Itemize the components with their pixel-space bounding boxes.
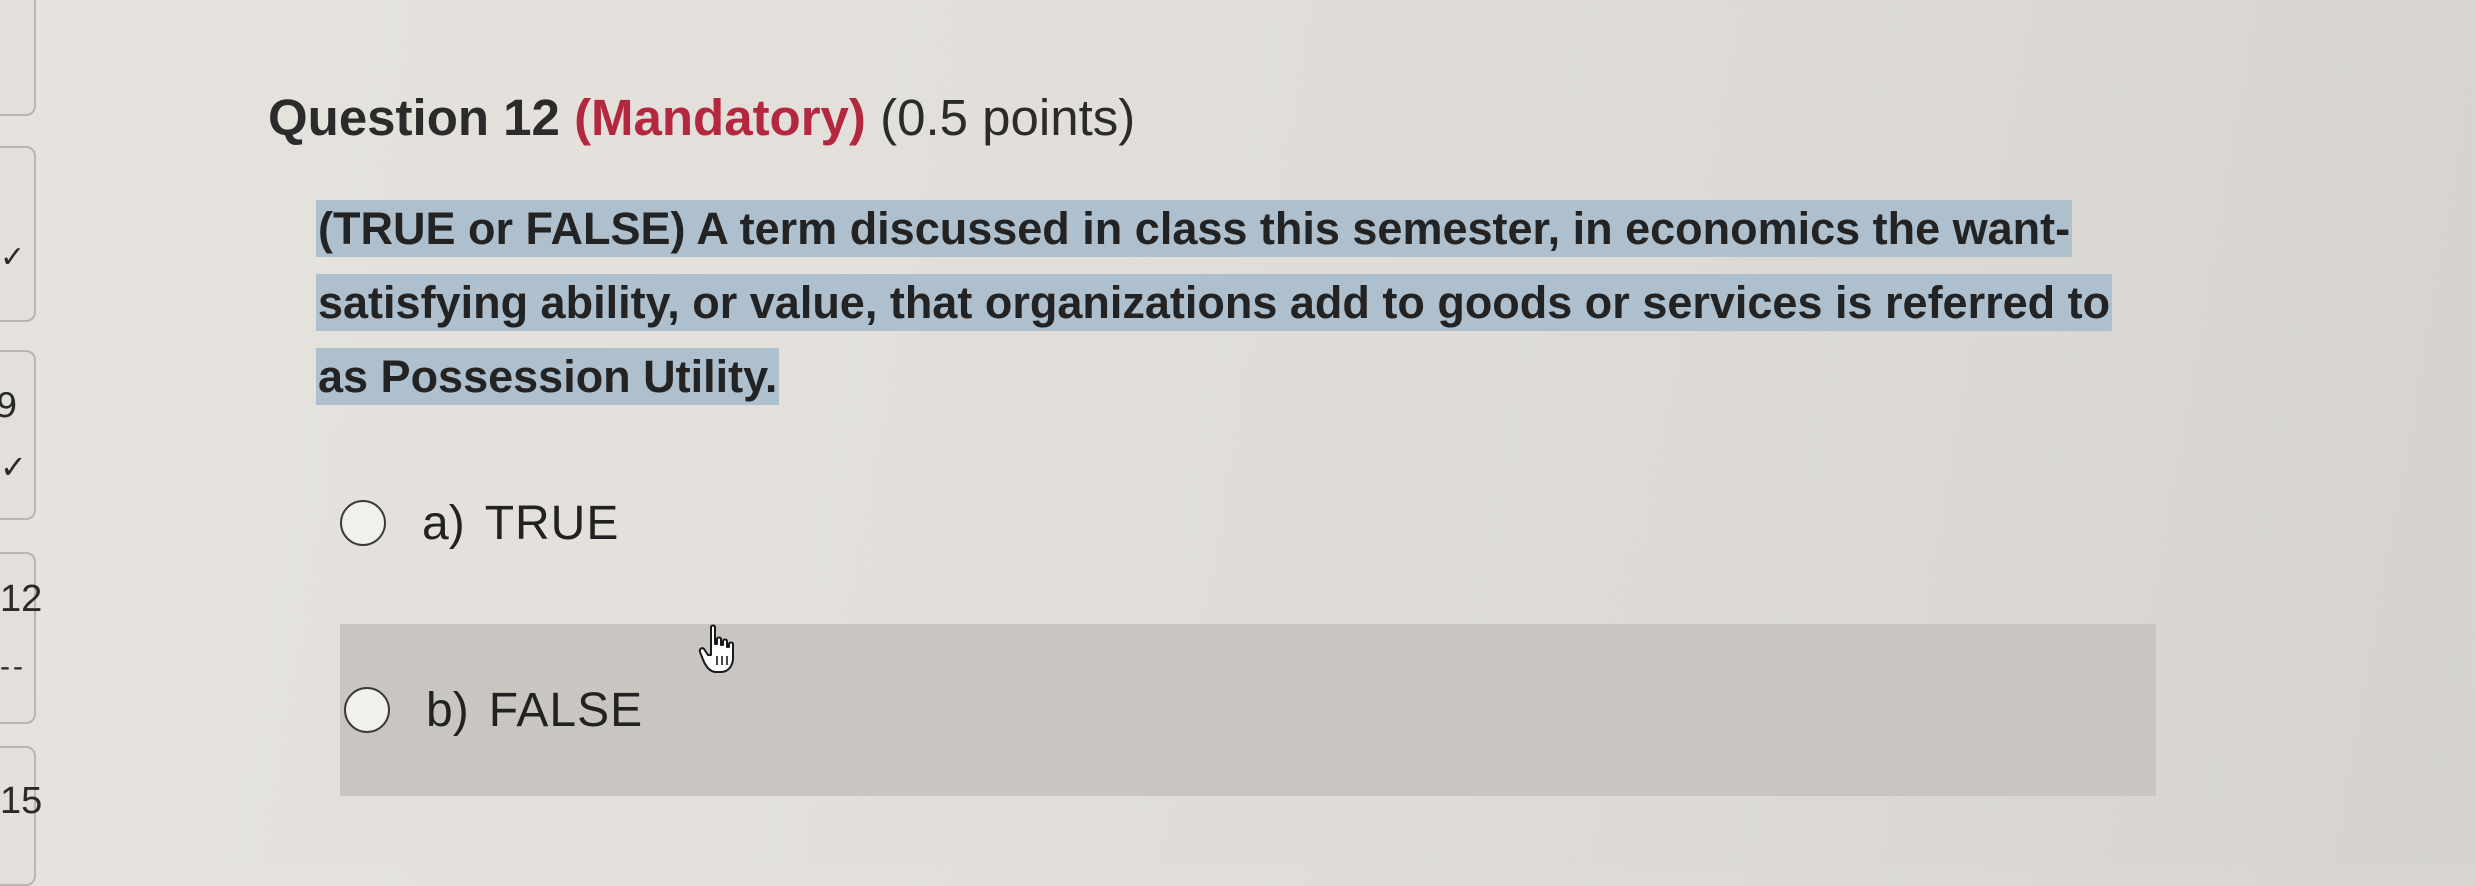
radio-false[interactable] [344,687,390,733]
unanswered-dash-icon: -- [0,650,26,683]
mandatory-label: (Mandatory) [574,89,866,146]
question-text-selected: (TRUE or FALSE) A term discussed in clas… [316,200,2113,405]
question-title: Question 12 (Mandatory) (0.5 points) [268,88,1135,147]
points-label: (0.5 points) [880,89,1136,146]
nav-question-tile[interactable] [0,350,36,520]
answer-option-false[interactable]: b) FALSE [340,624,2156,796]
answered-checkmark-icon: ✓ [0,448,27,486]
question-number: Question 12 [268,89,560,146]
nav-question-tile[interactable] [0,0,36,116]
answer-option-true[interactable]: a) TRUE [340,480,619,566]
option-letter: b) [426,683,469,737]
radio-true[interactable] [340,500,386,546]
nav-question-tile[interactable] [0,146,36,322]
nav-tile-number: 15 [0,780,43,822]
option-label: TRUE [484,496,620,550]
option-letter: a) [422,496,465,550]
nav-tile-number: 12 [0,578,43,620]
hand-pointer-icon [698,624,734,673]
option-label: FALSE [488,683,644,737]
answered-checkmark-icon: ✓ [0,240,26,275]
question-body: (TRUE or FALSE) A term discussed in clas… [316,192,2146,414]
nav-tile-number-partial: 9 [0,386,18,426]
